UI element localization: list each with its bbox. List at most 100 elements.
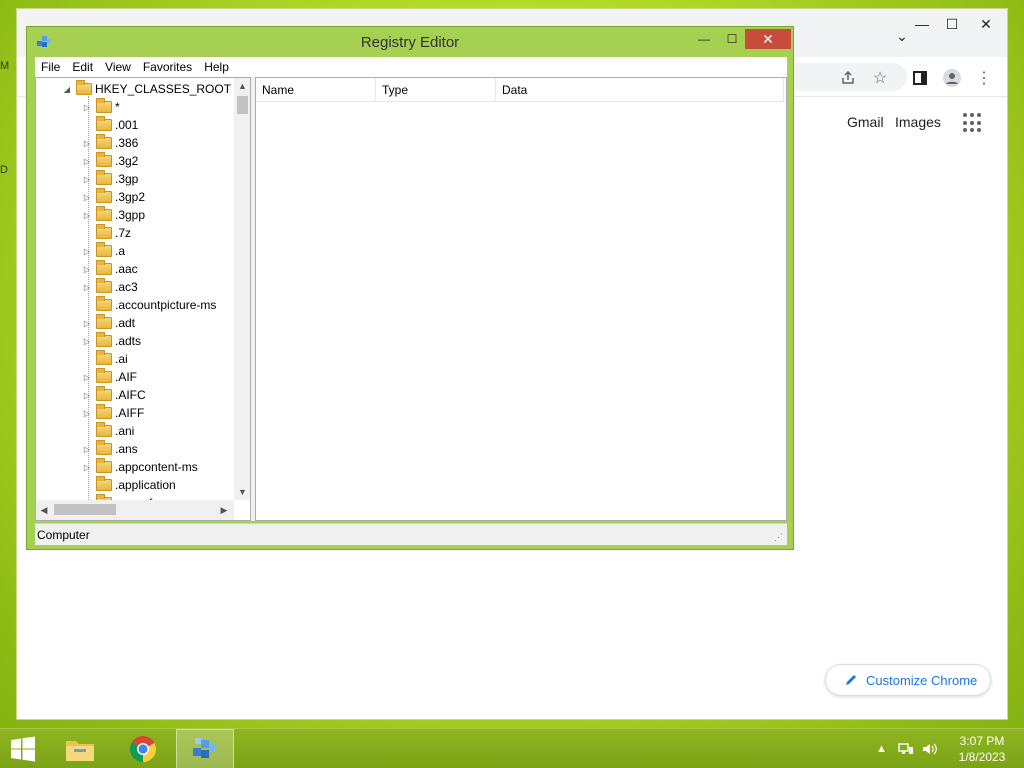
expand-arrow-icon[interactable]: ▷ (82, 175, 92, 184)
folder-icon (96, 152, 112, 167)
menu-edit[interactable]: Edit (72, 60, 99, 74)
tree-horizontal-scrollbar[interactable]: ◀ ▶ (36, 500, 234, 520)
tree-item[interactable]: ▷ .3g2 (82, 152, 138, 170)
expand-arrow-icon[interactable]: ▷ (82, 247, 92, 256)
customize-chrome-button[interactable]: Customize Chrome (825, 664, 991, 696)
folder-icon (96, 368, 112, 383)
tree-item-label: * (115, 100, 120, 114)
folder-icon (96, 188, 112, 203)
tree-item[interactable]: ▷ .aac (82, 260, 138, 278)
tree-item-label: .adt (115, 316, 136, 330)
tree-item[interactable]: ▷ .3gp2 (82, 188, 145, 206)
tree-item[interactable]: ▷ .AIFF (82, 404, 144, 422)
column-header-type[interactable]: Type (376, 78, 496, 102)
file-explorer-taskbar-button[interactable] (54, 729, 106, 768)
registry-editor-taskbar-icon (193, 738, 216, 758)
windows-logo-icon (11, 736, 35, 762)
more-icon[interactable]: ⋮ (973, 67, 995, 89)
expand-arrow-icon[interactable]: ▷ (82, 463, 92, 472)
tree-item[interactable]: .001 (82, 116, 138, 134)
menu-file[interactable]: File (41, 60, 66, 74)
expand-arrow-icon[interactable]: ▷ (82, 445, 92, 454)
tree-item[interactable]: ▷ .a (82, 242, 125, 260)
folder-icon (96, 206, 112, 221)
volume-icon[interactable] (922, 729, 938, 768)
chrome-maximize-button[interactable]: ☐ (935, 11, 969, 37)
tree-item[interactable]: ▷ .adt (82, 314, 135, 332)
regedit-close-button[interactable]: ✕ (745, 29, 791, 49)
tree-item[interactable]: ▷ .adts (82, 332, 141, 350)
expand-arrow-icon[interactable]: ▷ (82, 193, 92, 202)
show-hidden-icons-button[interactable]: ▲ (876, 729, 887, 768)
tree-item[interactable]: ▷ .appcontent-ms (82, 458, 198, 476)
tree-item-label: .ani (115, 424, 135, 438)
chrome-minimize-button[interactable]: — (905, 11, 939, 37)
expand-arrow-icon[interactable]: ▷ (82, 319, 92, 328)
tree-item[interactable]: ▷ .AIF (82, 368, 137, 386)
menu-view[interactable]: View (105, 60, 137, 74)
key-tree-pane[interactable]: ◢ HKEY_CLASSES_ROOT ▷ * .001 ▷ .386 ▷ .3g2 ▷ .3g… (35, 77, 251, 521)
expand-arrow-icon[interactable]: ▷ (82, 283, 92, 292)
tree-item[interactable]: ▷ .386 (82, 134, 138, 152)
regedit-client-area: ◢ HKEY_CLASSES_ROOT ▷ * .001 ▷ .386 ▷ .3g2 ▷ .3g… (35, 77, 787, 521)
scroll-right-arrow-icon[interactable]: ▶ (216, 500, 232, 520)
profile-icon[interactable] (941, 67, 963, 89)
expand-arrow-icon[interactable]: ▷ (82, 157, 92, 166)
chrome-taskbar-button[interactable] (116, 729, 170, 768)
expand-arrow-icon[interactable]: ▷ (82, 391, 92, 400)
collapse-arrow-icon[interactable]: ◢ (62, 85, 72, 94)
tree-item[interactable]: ▷ .ans (82, 440, 138, 458)
expand-arrow-icon[interactable]: ▷ (82, 139, 92, 148)
file-explorer-icon (66, 741, 94, 761)
expand-arrow-icon[interactable]: ▷ (82, 337, 92, 346)
pencil-icon (846, 675, 856, 685)
scroll-down-arrow-icon[interactable]: ▼ (234, 484, 250, 500)
expand-arrow-icon[interactable]: ▷ (82, 373, 92, 382)
tree-item[interactable]: .ai (82, 350, 128, 368)
regedit-minimize-button[interactable]: — (691, 29, 717, 49)
column-header-data[interactable]: Data (496, 78, 784, 102)
registry-editor-taskbar-button[interactable] (176, 729, 234, 768)
folder-icon (96, 404, 112, 419)
scroll-up-arrow-icon[interactable]: ▲ (234, 78, 250, 94)
regedit-titlebar[interactable]: Registry Editor (27, 27, 793, 57)
hscroll-thumb[interactable] (54, 504, 116, 515)
expand-arrow-icon[interactable]: ▷ (82, 265, 92, 274)
clock-time: 3:07 PM (959, 734, 1005, 748)
regedit-maximize-button[interactable]: ☐ (719, 29, 745, 49)
tree-item[interactable]: ▷ .ac3 (82, 278, 138, 296)
tree-item-label: .adts (115, 334, 142, 348)
scroll-thumb[interactable] (237, 96, 248, 114)
star-icon[interactable]: ☆ (869, 67, 891, 89)
tree-item[interactable]: ▷ .3gpp (82, 206, 145, 224)
expand-arrow-icon[interactable]: ▷ (82, 211, 92, 220)
taskbar-clock[interactable]: 3:07 PM 1/8/2023 (950, 733, 1014, 765)
side-panel-icon[interactable] (909, 67, 931, 89)
tree-item[interactable]: .accountpicture-ms (82, 296, 216, 314)
resize-grip-icon[interactable]: ⋰ (774, 532, 783, 543)
values-list-pane[interactable]: Name Type Data (255, 77, 787, 521)
column-header-name[interactable]: Name (256, 78, 376, 102)
images-link[interactable]: Images (895, 114, 941, 130)
gmail-link[interactable]: Gmail (847, 114, 884, 130)
menu-favorites[interactable]: Favorites (143, 60, 198, 74)
tree-item[interactable]: .7z (82, 224, 131, 242)
network-icon[interactable] (898, 729, 914, 768)
tree-item[interactable]: ▷ .AIFC (82, 386, 146, 404)
tree-root-item[interactable]: ◢ HKEY_CLASSES_ROOT (62, 80, 231, 98)
expand-arrow-icon[interactable]: ▷ (82, 103, 92, 112)
regedit-title: Registry Editor (360, 33, 460, 51)
tree-item[interactable]: .ani (82, 422, 134, 440)
tree-item[interactable]: ▷ .3gp (82, 170, 138, 188)
google-apps-icon[interactable] (963, 113, 983, 133)
tree-item-label: .3gp (115, 172, 139, 186)
start-button[interactable] (0, 729, 46, 768)
tree-vertical-scrollbar[interactable]: ▲ ▼ (234, 78, 250, 500)
tree-item[interactable]: .application (82, 476, 176, 494)
share-icon[interactable] (837, 67, 859, 89)
scroll-left-arrow-icon[interactable]: ◀ (36, 500, 52, 520)
expand-arrow-icon[interactable]: ▷ (82, 409, 92, 418)
tree-item[interactable]: ▷ * (82, 98, 120, 116)
chrome-close-button[interactable]: ✕ (969, 11, 1003, 37)
menu-help[interactable]: Help (204, 60, 235, 74)
